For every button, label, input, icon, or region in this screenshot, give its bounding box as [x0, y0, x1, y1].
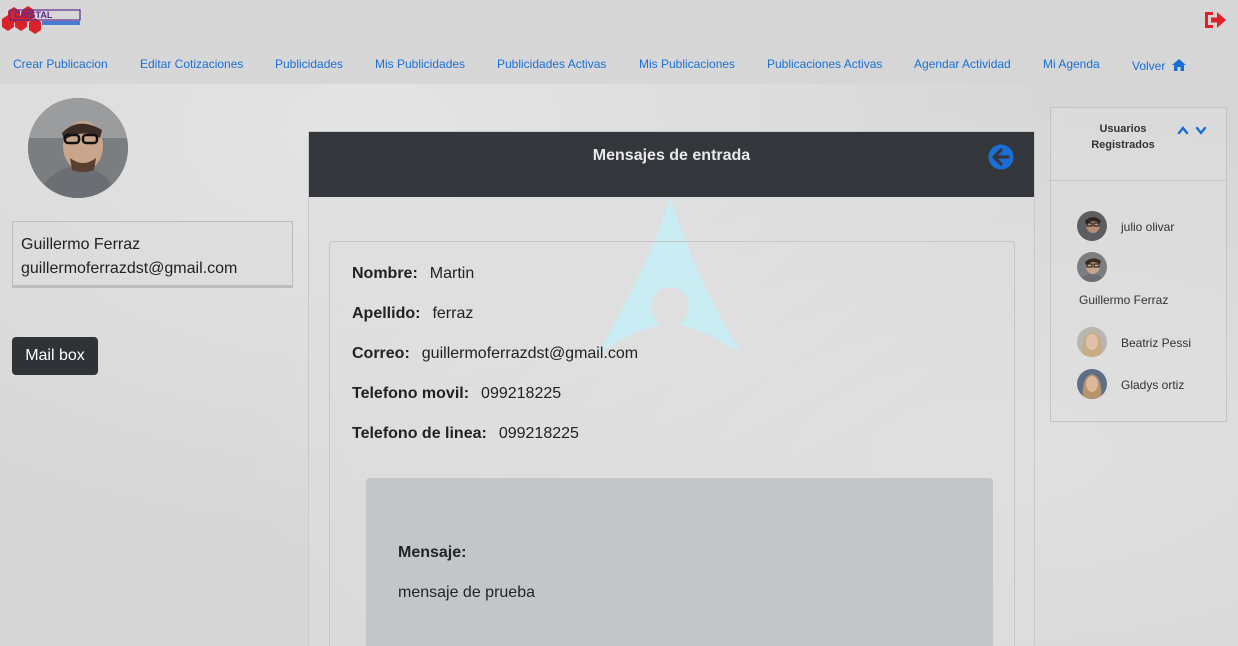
- field-telefono-linea: Telefono de linea: 099218225: [352, 425, 579, 443]
- user-name[interactable]: Beatriz Pessi: [1121, 336, 1191, 350]
- field-correo: Correo: guillermoferrazdst@gmail.com: [352, 345, 638, 363]
- profile-email: guillermoferrazdst@gmail.com: [21, 260, 238, 277]
- nav-publicidades-activas[interactable]: Publicidades Activas: [497, 57, 606, 71]
- nav-crear-publicacion[interactable]: Crear Publicacion: [13, 57, 108, 71]
- user-name[interactable]: julio olivar: [1121, 220, 1174, 234]
- company-logo[interactable]: CRISTAL: [2, 2, 82, 36]
- field-apellido-label: Apellido:: [352, 305, 421, 322]
- nav-mis-publicidades[interactable]: Mis Publicidades: [375, 57, 465, 71]
- field-nombre-label: Nombre:: [352, 265, 418, 282]
- chevron-down-icon[interactable]: [1195, 125, 1207, 135]
- users-header: Usuarios Registrados: [1051, 108, 1226, 181]
- field-apellido: Apellido: ferraz: [352, 305, 473, 323]
- mailbox-button[interactable]: Mail box: [12, 337, 98, 375]
- logout-icon[interactable]: [1203, 9, 1227, 31]
- registered-users-panel: Usuarios Registrados julio olivar Guille…: [1050, 107, 1227, 422]
- field-nombre-value: Martin: [429, 265, 475, 282]
- profile-name: Guillermo Ferraz: [21, 236, 141, 253]
- user-avatar[interactable]: [1077, 327, 1107, 357]
- home-icon[interactable]: [1171, 59, 1186, 71]
- user-name[interactable]: Guillermo Ferraz: [1079, 293, 1168, 307]
- nav-volver[interactable]: Volver: [1132, 57, 1186, 75]
- inbox-title: Mensajes de entrada: [592, 147, 751, 164]
- field-telefono-movil-value: 099218225: [481, 385, 562, 402]
- arrow-left-circle-icon[interactable]: [988, 144, 1014, 170]
- field-correo-value: guillermoferrazdst@gmail.com: [421, 345, 639, 362]
- inbox-panel: Mensajes de entrada Nombre: Martin Apelli…: [308, 131, 1035, 646]
- profile-info-box: Guillermo Ferraz guillermoferrazdst@gmai…: [12, 221, 293, 288]
- user-avatar[interactable]: [1077, 369, 1107, 399]
- nav-editar-cotizaciones[interactable]: Editar Cotizaciones: [140, 57, 243, 71]
- chevron-up-icon[interactable]: [1177, 125, 1189, 135]
- message-label: Mensaje:: [398, 544, 467, 561]
- message-box: Mensaje: mensaje de prueba: [366, 478, 993, 646]
- top-header: CRISTAL Crear Publicacion Editar Cotizac…: [0, 0, 1238, 84]
- field-telefono-linea-value: 099218225: [498, 425, 579, 442]
- nav-volver-label[interactable]: Volver: [1132, 59, 1165, 73]
- user-name[interactable]: Gladys ortiz: [1121, 378, 1184, 392]
- nav-publicaciones-activas[interactable]: Publicaciones Activas: [767, 57, 882, 71]
- message-detail-card: Nombre: Martin Apellido: ferraz Correo: gui…: [329, 241, 1015, 646]
- field-correo-label: Correo:: [352, 345, 410, 362]
- field-telefono-movil: Telefono movil: 099218225: [352, 385, 561, 403]
- profile-avatar: [28, 98, 128, 198]
- field-telefono-movil-label: Telefono movil:: [352, 385, 470, 402]
- user-avatar[interactable]: [1077, 211, 1107, 241]
- svg-text:CRISTAL: CRISTAL: [14, 10, 53, 20]
- field-apellido-value: ferraz: [432, 305, 474, 322]
- users-title: Usuarios Registrados: [1091, 123, 1155, 151]
- nav-mis-publicaciones[interactable]: Mis Publicaciones: [639, 57, 735, 71]
- field-nombre: Nombre: Martin: [352, 265, 474, 283]
- user-avatar[interactable]: [1077, 252, 1107, 282]
- message-text: mensaje de prueba: [398, 584, 535, 601]
- nav-mi-agenda[interactable]: Mi Agenda: [1043, 57, 1100, 71]
- inbox-header: Mensajes de entrada: [309, 132, 1034, 197]
- nav-agendar-actividad[interactable]: Agendar Actividad: [914, 57, 1011, 71]
- field-telefono-linea-label: Telefono de linea:: [352, 425, 487, 442]
- nav-publicidades[interactable]: Publicidades: [275, 57, 343, 71]
